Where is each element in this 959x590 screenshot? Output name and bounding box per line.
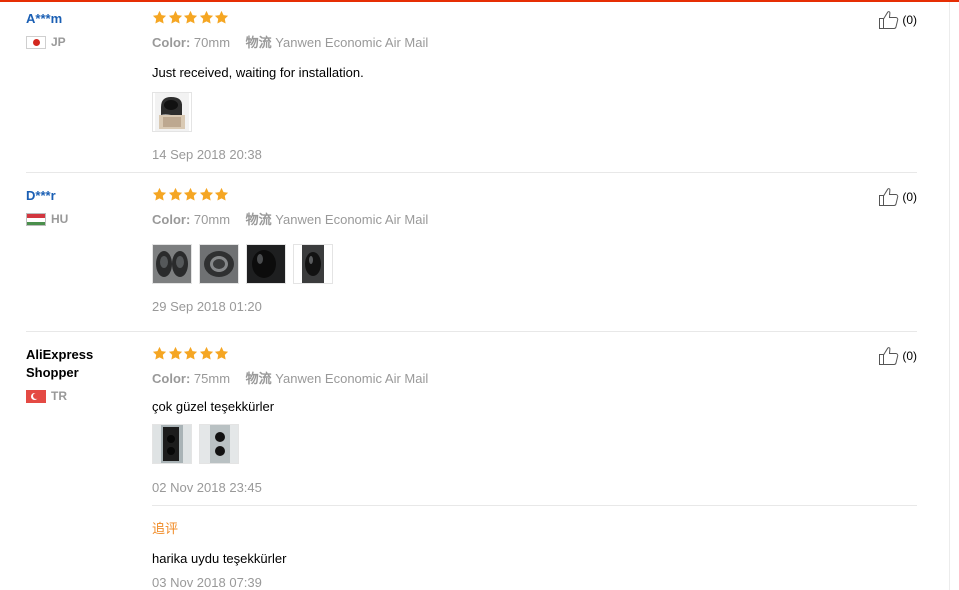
review-item: AliExpress Shopper TR Color: 75mm 物流 Yan… <box>26 346 917 590</box>
color-value: 70mm <box>193 35 231 50</box>
star-icon <box>183 10 198 25</box>
star-icon <box>168 346 183 361</box>
thumbs-up-icon[interactable] <box>878 187 900 207</box>
star-rating <box>152 10 917 26</box>
country-code: HU <box>51 212 69 226</box>
japan-flag-icon <box>26 35 46 49</box>
color-label: Color: <box>152 35 191 50</box>
photo-list <box>152 92 917 132</box>
turkey-flag-icon <box>26 389 46 403</box>
reviewer-info: A***m JP <box>26 10 136 49</box>
shipping-label: 物流 <box>245 371 272 386</box>
hungary-flag-icon <box>26 212 46 226</box>
star-rating <box>152 187 917 203</box>
scroll-edge <box>949 2 950 590</box>
star-icon <box>214 187 229 202</box>
order-info: Color: 70mm 物流 Yanwen Economic Air Mail <box>152 32 917 51</box>
shipping-label: 物流 <box>245 35 272 50</box>
helpful-vote: (0) <box>878 346 917 366</box>
review-photo[interactable] <box>246 244 286 284</box>
thumbs-up-icon[interactable] <box>878 10 900 30</box>
helpful-count: (0) <box>902 349 917 363</box>
helpful-count: (0) <box>902 190 917 204</box>
reviewer-name: AliExpress Shopper <box>26 347 94 380</box>
review-body: Color: 75mm 物流 Yanwen Economic Air Mail … <box>152 346 917 590</box>
star-rating <box>152 346 917 362</box>
review-photo[interactable] <box>152 424 192 464</box>
followup-text: harika uydu teşekkürler <box>152 551 287 566</box>
review-photo[interactable] <box>293 244 333 284</box>
review-item: A***m JP Color: 70mm 物流 Yanwen Economic … <box>26 10 917 173</box>
review-date: 02 Nov 2018 23:45 <box>152 480 262 495</box>
reviewer-country: HU <box>26 212 136 226</box>
followup-review: 追评 harika uydu teşekkürler 03 Nov 2018 0… <box>152 505 917 590</box>
review-date: 14 Sep 2018 20:38 <box>152 147 262 162</box>
reviewer-country: TR <box>26 389 136 403</box>
reviewer-name[interactable]: D***r <box>26 187 136 205</box>
star-icon <box>199 346 214 361</box>
helpful-vote: (0) <box>878 10 917 30</box>
color-label: Color: <box>152 371 191 386</box>
star-icon <box>152 187 167 202</box>
review-text: çok güzel teşekkürler <box>152 399 275 414</box>
review-body: Color: 70mm 物流 Yanwen Economic Air Mail <box>152 187 917 314</box>
reviewer-name[interactable]: A***m <box>26 10 136 28</box>
star-icon <box>152 346 167 361</box>
reviewer-country: JP <box>26 35 136 49</box>
star-icon <box>152 10 167 25</box>
shipping-value: Yanwen Economic Air Mail <box>275 35 429 50</box>
color-label: Color: <box>152 212 191 227</box>
review-photo[interactable] <box>152 92 192 132</box>
thumbs-up-icon[interactable] <box>878 346 900 366</box>
review-photo[interactable] <box>152 244 192 284</box>
star-icon <box>199 187 214 202</box>
star-icon <box>183 346 198 361</box>
color-value: 70mm <box>193 212 231 227</box>
review-photo[interactable] <box>199 424 239 464</box>
star-icon <box>214 346 229 361</box>
review-body: Color: 70mm 物流 Yanwen Economic Air Mail … <box>152 10 917 162</box>
photo-list <box>152 244 917 284</box>
color-value: 75mm <box>193 371 231 386</box>
reviewer-info: D***r HU <box>26 187 136 226</box>
country-code: JP <box>51 35 66 49</box>
star-icon <box>168 10 183 25</box>
reviewer-info: AliExpress Shopper TR <box>26 346 136 403</box>
country-code: TR <box>51 389 67 403</box>
helpful-count: (0) <box>902 13 917 27</box>
review-date: 29 Sep 2018 01:20 <box>152 299 262 314</box>
star-icon <box>168 187 183 202</box>
star-icon <box>214 10 229 25</box>
review-item: D***r HU Color: 70mm 物流 Yanwen Economic … <box>26 187 917 332</box>
photo-list <box>152 424 917 464</box>
review-text: Just received, waiting for installation. <box>152 65 364 80</box>
followup-label: 追评 <box>152 521 179 536</box>
helpful-vote: (0) <box>878 187 917 207</box>
star-icon <box>183 187 198 202</box>
shipping-value: Yanwen Economic Air Mail <box>275 371 429 386</box>
order-info: Color: 75mm 物流 Yanwen Economic Air Mail <box>152 368 917 387</box>
shipping-value: Yanwen Economic Air Mail <box>275 212 429 227</box>
top-accent-bar <box>0 0 959 2</box>
followup-date: 03 Nov 2018 07:39 <box>152 575 262 590</box>
star-icon <box>199 10 214 25</box>
review-photo[interactable] <box>199 244 239 284</box>
shipping-label: 物流 <box>245 212 272 227</box>
order-info: Color: 70mm 物流 Yanwen Economic Air Mail <box>152 209 917 228</box>
